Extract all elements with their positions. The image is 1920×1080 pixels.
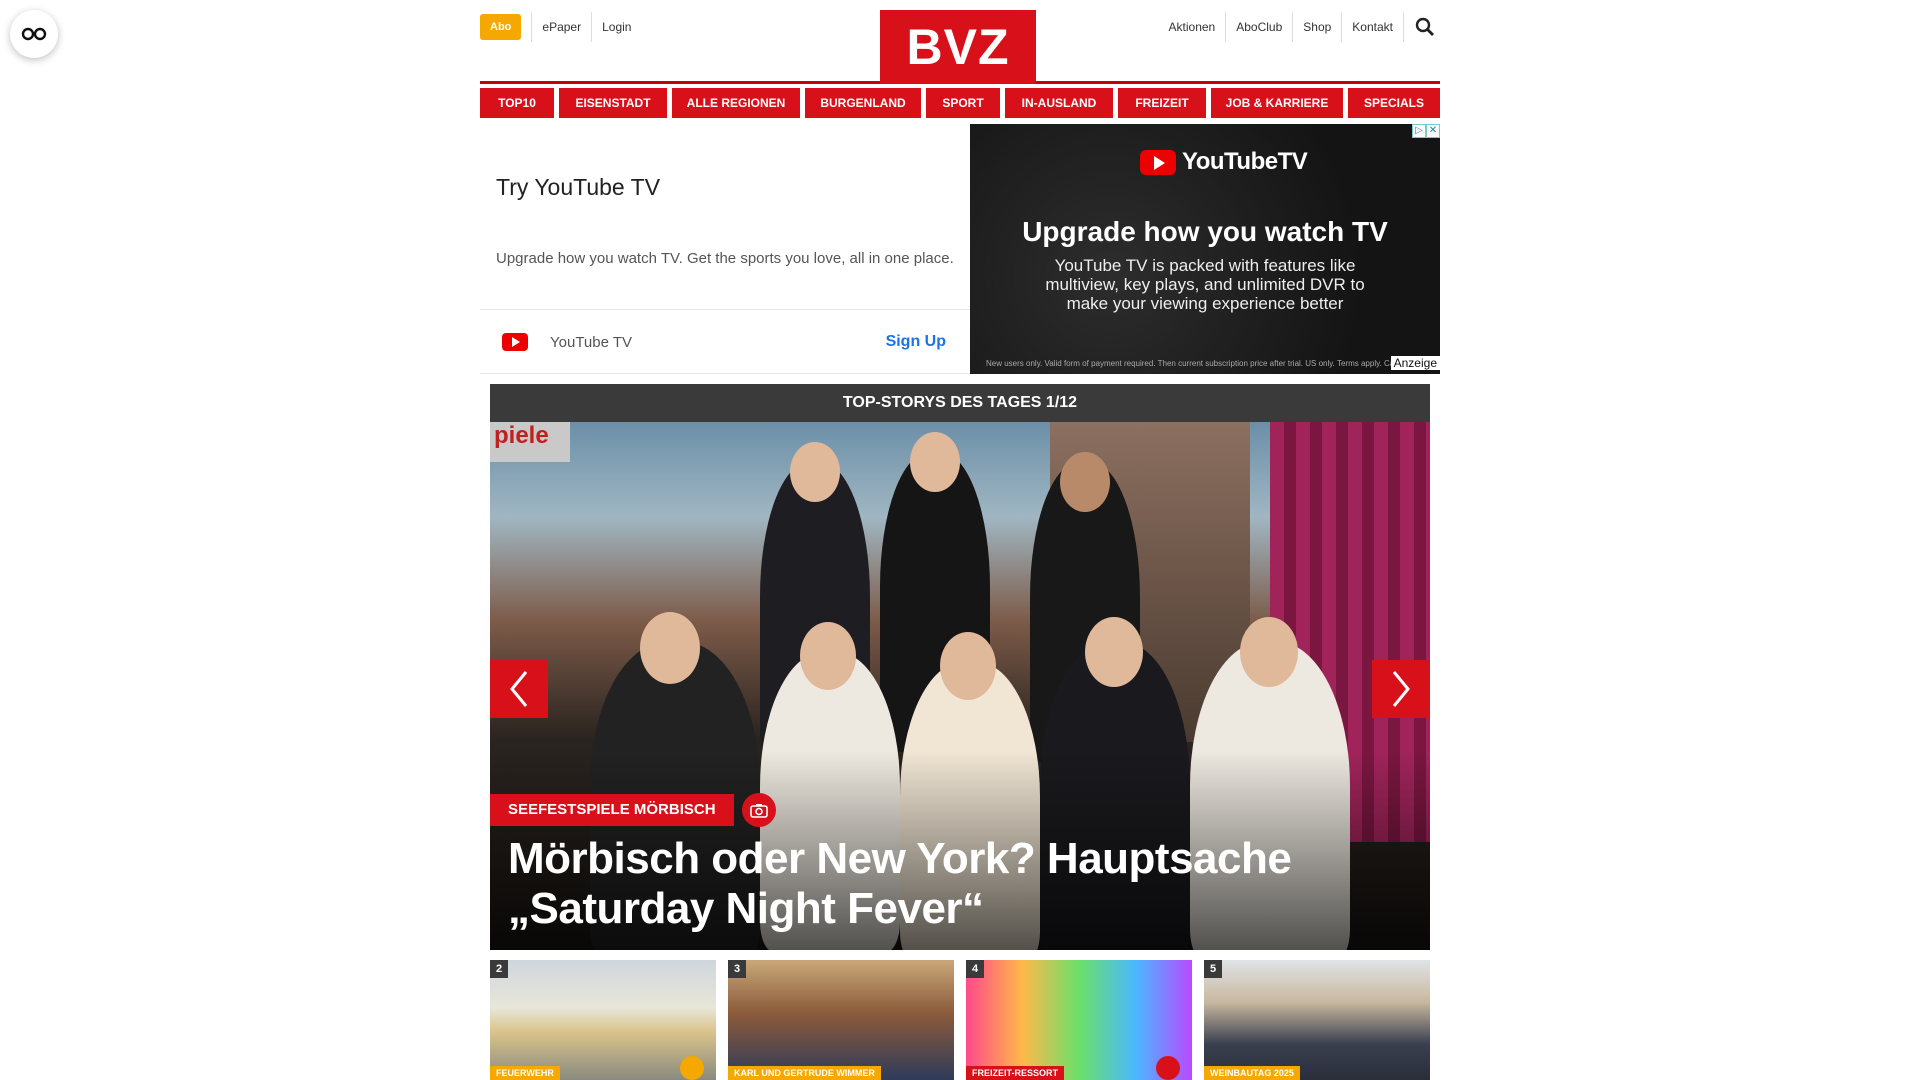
sign-up-button[interactable]: Sign Up — [886, 333, 946, 351]
thumb-number: 5 — [1204, 960, 1222, 978]
story-thumb[interactable]: 5 WEINBAUTAG 2025 — [1204, 960, 1430, 1080]
banner-logo: YouTubeTV — [1140, 148, 1308, 176]
page: Abo ePaper Login BVZ Aktionen AboClub Sh… — [480, 0, 1440, 374]
story-thumb[interactable]: 4 FREIZEIT-RESSORT — [966, 960, 1192, 1080]
hero-story[interactable]: piele SEEFESTSPIELE MÖRBISCH Mörbisch od… — [490, 422, 1430, 950]
hero-photo-face — [1240, 617, 1298, 687]
aboclub-link[interactable]: AboClub — [1226, 12, 1294, 42]
youtube-icon — [502, 333, 528, 351]
bvz-logo[interactable]: BVZ — [880, 10, 1036, 84]
ad-title: Try YouTube TV — [496, 174, 661, 200]
top-stories-heading: TOP-STORYS DES TAGES 1/12 — [490, 384, 1430, 422]
story-thumbnails: 2 FEUERWEHR 3 KARL UND GERTRUDE WIMMER 4… — [490, 960, 1430, 1080]
ad-footer: YouTube TV Sign Up — [480, 309, 970, 374]
banner-text: YouTube TV is packed with features like … — [1045, 256, 1365, 313]
chevron-left-icon — [510, 671, 528, 707]
nav-specials[interactable]: SPECIALS — [1348, 88, 1440, 118]
nav-sport[interactable]: SPORT — [926, 88, 1000, 118]
top-stories: TOP-STORYS DES TAGES 1/12 piele SEEFESTS… — [490, 384, 1430, 950]
hero-photo-face — [640, 612, 700, 684]
hero-photo-face — [910, 432, 960, 492]
prev-slide-button[interactable] — [490, 660, 548, 718]
thumb-number: 3 — [728, 960, 746, 978]
thumb-category: KARL UND GERTRUDE WIMMER — [728, 1066, 881, 1080]
chevron-right-icon — [1392, 671, 1410, 707]
shop-link[interactable]: Shop — [1293, 12, 1343, 42]
anzeige-label: Anzeige — [1390, 356, 1440, 370]
nav-top10[interactable]: TOP10 — [480, 88, 554, 118]
nav-alle-regionen[interactable]: ALLE REGIONEN — [672, 88, 800, 118]
abo-button[interactable]: Abo — [480, 14, 522, 40]
banner-fineprint: New users only. Valid form of payment re… — [986, 359, 1440, 368]
hero-photo-face — [800, 622, 856, 690]
search-icon[interactable] — [1410, 12, 1440, 42]
hero-photo-face — [1085, 617, 1143, 687]
camera-icon — [1156, 1056, 1180, 1080]
nav-job-karriere[interactable]: JOB & KARRIERE — [1211, 88, 1343, 118]
hero-headline[interactable]: Mörbisch oder New York? Hauptsache „Satu… — [508, 834, 1408, 934]
thumb-number: 4 — [966, 960, 984, 978]
nav-burgenland[interactable]: BURGENLAND — [805, 88, 921, 118]
hero-category-tag[interactable]: SEEFESTSPIELE MÖRBISCH — [490, 794, 734, 826]
site-header: Abo ePaper Login BVZ Aktionen AboClub Sh… — [480, 0, 1440, 84]
epaper-link[interactable]: ePaper — [531, 12, 591, 42]
hero-photo-sign: piele — [490, 422, 570, 462]
nav-eisenstadt[interactable]: EISENSTADT — [559, 88, 667, 118]
top-right-links: Aktionen AboClub Shop Kontakt — [1159, 12, 1440, 42]
aktionen-link[interactable]: Aktionen — [1159, 12, 1227, 42]
glasses-icon — [21, 27, 47, 41]
story-thumb[interactable]: 3 KARL UND GERTRUDE WIMMER — [728, 960, 954, 1080]
thumb-category: FEUERWEHR — [490, 1066, 560, 1080]
camera-icon — [742, 793, 776, 827]
hero-photo-face — [940, 632, 996, 700]
advertisement: Try YouTube TV Upgrade how you watch TV.… — [480, 124, 1440, 374]
camera-icon — [680, 1056, 704, 1080]
reader-mode-button[interactable] — [10, 10, 58, 58]
thumb-category: FREIZEIT-RESSORT — [966, 1066, 1065, 1080]
ad-description: Upgrade how you watch TV. Get the sports… — [496, 250, 954, 267]
thumb-number: 2 — [490, 960, 508, 978]
nav-freizeit[interactable]: FREIZEIT — [1118, 88, 1206, 118]
thumb-category: WEINBAUTAG 2025 — [1204, 1066, 1300, 1080]
kontakt-link[interactable]: Kontakt — [1342, 12, 1404, 42]
next-slide-button[interactable] — [1372, 660, 1430, 718]
story-thumb[interactable]: 2 FEUERWEHR — [490, 960, 716, 1080]
ad-brand: YouTube TV — [550, 333, 633, 351]
adchoices-icon[interactable]: ▷ — [1412, 124, 1426, 138]
top-left-links: Abo ePaper Login — [480, 12, 641, 42]
ad-banner[interactable]: ▷ ✕ YouTubeTV Upgrade how you watch TV Y… — [970, 124, 1440, 374]
banner-logo-text: YouTubeTV — [1182, 148, 1308, 175]
nav-in-ausland[interactable]: IN-AUSLAND — [1005, 88, 1113, 118]
banner-headline: Upgrade how you watch TV — [1022, 216, 1388, 247]
hero-photo-face — [790, 442, 840, 502]
login-link[interactable]: Login — [591, 12, 641, 42]
hero-photo-face — [1060, 452, 1110, 512]
ad-text-panel[interactable]: Try YouTube TV Upgrade how you watch TV.… — [480, 124, 970, 374]
ad-choices[interactable]: ▷ ✕ — [1412, 124, 1440, 138]
main-nav: TOP10 EISENSTADT ALLE REGIONEN BURGENLAN… — [480, 88, 1440, 118]
close-icon[interactable]: ✕ — [1426, 124, 1440, 138]
youtube-icon — [1140, 149, 1176, 175]
